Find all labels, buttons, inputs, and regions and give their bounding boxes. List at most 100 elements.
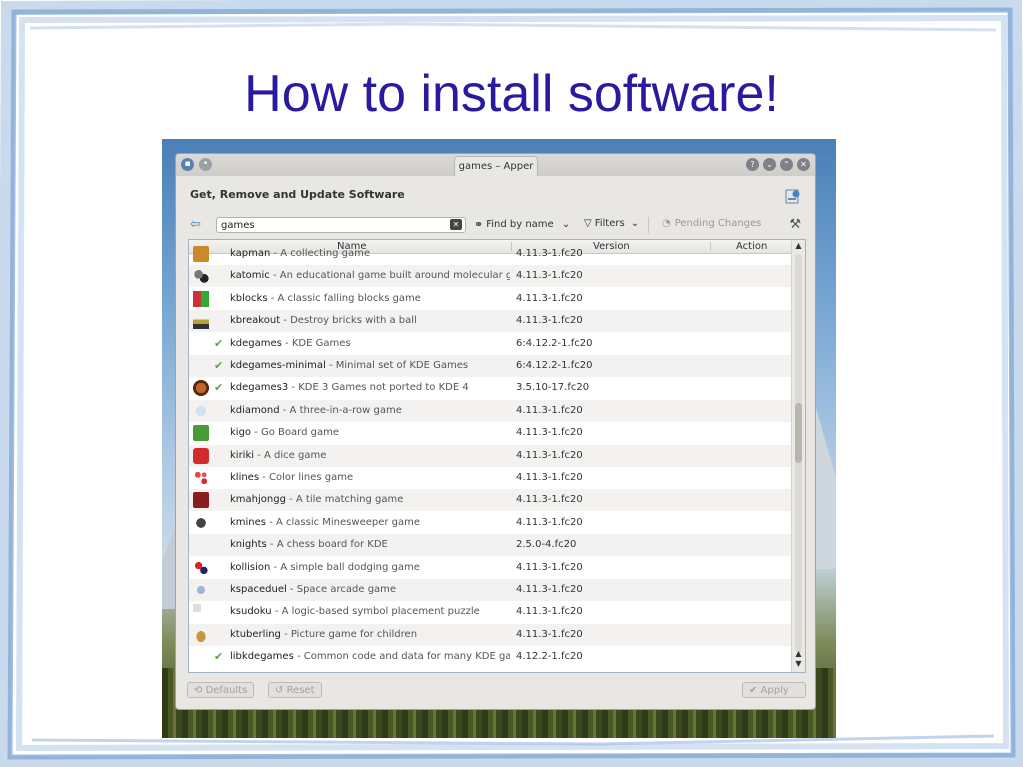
package-version: 4.11.3-1.fc20 xyxy=(516,427,583,439)
table-row[interactable]: ✔ kdegames - KDE Games 6:4.12.2-1.fc20 xyxy=(189,333,793,355)
toolbar: ⇦ ✕ ⚭ Find by name ⌄ ▽ Filters ⌄ ◔ Pendi… xyxy=(176,214,815,236)
package-name: kspaceduel - Space arcade game xyxy=(230,584,397,595)
package-version: 4.11.3-1.fc20 xyxy=(516,449,583,461)
reset-label: Reset xyxy=(286,685,315,696)
table-row[interactable]: kigo - Go Board game 4.11.3-1.fc20 xyxy=(189,422,793,444)
close-button[interactable]: ✕ xyxy=(797,158,810,171)
scroll-up-icon[interactable]: ▲ xyxy=(792,240,805,252)
scrollbar[interactable]: ▲ ▲ ▼ xyxy=(791,240,805,672)
blocks-icon xyxy=(193,290,209,307)
filter-icon: ▽ xyxy=(584,218,592,229)
find-by-dropdown[interactable]: ⚭ Find by name ⌄ xyxy=(474,218,570,231)
package-version: 4.11.3-1.fc20 xyxy=(516,561,583,573)
package-version: 4.11.3-1.fc20 xyxy=(516,628,583,640)
table-row[interactable]: kollision - A simple ball dodging game 4.… xyxy=(189,557,793,579)
package-name: kapman - A collecting game xyxy=(230,248,371,259)
scroll-down-icon[interactable]: ▼ xyxy=(792,658,805,670)
chevron-down-icon: ⌄ xyxy=(630,218,640,229)
window-title: games – Apper xyxy=(454,156,538,176)
window-titlebar[interactable]: ▪ • games – Apper ? ⌄ ⌃ ✕ xyxy=(176,154,815,176)
package-name: kbreakout - Destroy bricks with a ball xyxy=(230,315,417,327)
package-version: 4.11.3-1.fc20 xyxy=(516,472,583,483)
search-input[interactable] xyxy=(221,218,441,232)
package-version: 4.11.3-1.fc20 xyxy=(516,494,583,506)
dice-icon xyxy=(193,447,209,464)
package-version: 6:4.12.2-1.fc20 xyxy=(516,337,593,349)
package-version: 4.11.3-1.fc20 xyxy=(516,248,583,259)
apper-window: ▪ • games – Apper ? ⌄ ⌃ ✕ Get, Remove an… xyxy=(175,153,816,710)
atom-icon xyxy=(193,268,209,285)
table-row[interactable]: kapman - A collecting game 4.11.3-1.fc20 xyxy=(189,243,793,265)
reset-icon: ↺ xyxy=(275,685,287,696)
find-by-label: Find by name xyxy=(486,219,554,230)
pacman-icon xyxy=(193,246,209,262)
package-name: kollision - A simple ball dodging game xyxy=(230,561,420,573)
package-version: 3.5.10-17.fc20 xyxy=(516,382,590,394)
table-row[interactable]: klines - Color lines game 4.11.3-1.fc20 xyxy=(189,467,793,489)
table-row[interactable]: ksudoku - A logic-based symbol placement… xyxy=(189,601,793,623)
go-board-icon xyxy=(193,425,209,442)
installed-check-icon: ✔ xyxy=(214,381,224,395)
package-version: 4.11.3-1.fc20 xyxy=(516,606,583,618)
package-version: 4.11.3-1.fc20 xyxy=(516,270,583,282)
app-menu-icon[interactable]: ▪ xyxy=(181,158,194,171)
package-name: kdegames - KDE Games xyxy=(230,337,351,349)
package-name: ksudoku - A logic-based symbol placement… xyxy=(230,606,480,618)
package-version: 4.11.3-1.fc20 xyxy=(516,404,583,416)
page-header: Get, Remove and Update Software xyxy=(190,188,405,201)
package-version: 4.12.2-1.fc20 xyxy=(516,651,583,663)
chevron-down-icon: ⌄ xyxy=(561,219,571,230)
table-row[interactable]: ktuberling - Picture game for children 4.… xyxy=(189,623,793,646)
apply-label: Apply xyxy=(760,685,789,696)
binoculars-icon: ⚭ xyxy=(474,218,484,231)
filters-dropdown[interactable]: ▽ Filters ⌄ xyxy=(584,218,639,229)
table-row[interactable]: kspaceduel - Space arcade game 4.11.3-1.f… xyxy=(189,579,793,601)
installed-check-icon: ✔ xyxy=(214,336,224,350)
apply-button[interactable]: ✔ Apply xyxy=(742,682,806,698)
pending-icon: ◔ xyxy=(662,218,671,229)
lines-icon xyxy=(193,470,209,486)
package-table: Name Version Action kapman - A collectin… xyxy=(188,239,806,673)
minimize-button[interactable]: ⌄ xyxy=(763,158,776,171)
pin-icon[interactable]: • xyxy=(199,158,212,171)
table-row[interactable]: ✔ kdegames3 - KDE 3 Games not ported to K… xyxy=(189,377,793,399)
back-arrow-icon[interactable]: ⇦ xyxy=(190,217,201,232)
installed-check-icon: ✔ xyxy=(214,359,224,372)
package-name: kmahjongg - A tile matching game xyxy=(230,494,404,506)
filters-label: Filters xyxy=(594,218,625,229)
table-row[interactable]: kmahjongg - A tile matching game 4.11.3-1… xyxy=(189,489,793,512)
table-row[interactable]: kbreakout - Destroy bricks with a ball 4.… xyxy=(189,310,793,333)
apply-check-icon: ✔ xyxy=(749,685,761,696)
defaults-icon: ⟲ xyxy=(194,685,206,696)
clear-search-icon[interactable]: ✕ xyxy=(450,219,462,230)
defaults-button[interactable]: ⟲ Defaults xyxy=(187,682,255,698)
table-row[interactable]: kmines - A classic Minesweeper game 4.11.… xyxy=(189,512,793,534)
package-version: 4.11.3-1.fc20 xyxy=(516,516,583,528)
package-version: 2.5.0-4.fc20 xyxy=(516,539,577,551)
table-row[interactable]: kblocks - A classic falling blocks game 4… xyxy=(189,288,793,310)
help-button[interactable]: ? xyxy=(746,158,759,171)
tools-icon[interactable]: ⚒ xyxy=(789,217,801,232)
pending-label: Pending Changes xyxy=(674,218,762,229)
package-name: libkdegames - Common code and data for m… xyxy=(230,651,510,663)
table-row[interactable]: knights - A chess board for KDE 2.5.0-4.f… xyxy=(189,534,793,557)
package-name: kdiamond - A three-in-a-row game xyxy=(230,404,402,416)
maximize-button[interactable]: ⌃ xyxy=(780,158,793,171)
package-version: 4.11.3-1.fc20 xyxy=(516,292,583,304)
defaults-label: Defaults xyxy=(205,685,248,696)
search-field[interactable]: ✕ xyxy=(216,217,466,233)
kde3-icon xyxy=(193,380,209,397)
table-row[interactable]: kdiamond - A three-in-a-row game 4.11.3-1… xyxy=(189,399,793,422)
potato-icon xyxy=(193,626,209,643)
settings-icon[interactable] xyxy=(785,188,801,205)
package-name: kdegames-minimal - Minimal set of KDE Ga… xyxy=(230,360,469,371)
pending-changes-button[interactable]: ◔ Pending Changes xyxy=(662,218,761,229)
package-name: kmines - A classic Minesweeper game xyxy=(230,516,421,528)
scroll-thumb[interactable] xyxy=(795,403,802,463)
table-row[interactable]: katomic - An educational game built arou… xyxy=(189,265,793,288)
table-row[interactable]: ✔ libkdegames - Common code and data for … xyxy=(189,646,793,668)
reset-button[interactable]: ↺ Reset xyxy=(268,682,322,698)
table-row[interactable]: ✔ kdegames-minimal - Minimal set of KDE G… xyxy=(189,355,793,377)
table-row[interactable]: kiriki - A dice game 4.11.3-1.fc20 xyxy=(189,444,793,467)
mahjong-icon xyxy=(193,492,209,509)
